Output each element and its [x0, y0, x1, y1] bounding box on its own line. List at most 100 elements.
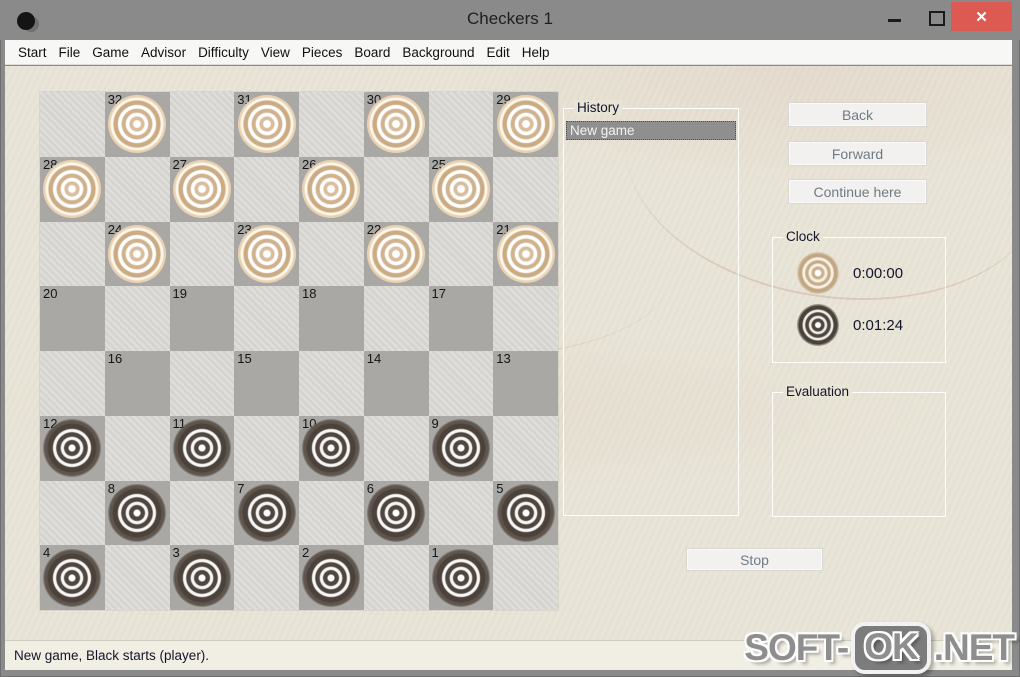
board-square-2[interactable]: 2 [299, 545, 364, 610]
board-square-14[interactable]: 14 [363, 351, 429, 416]
black-checker-piece[interactable] [367, 483, 426, 542]
board-square[interactable] [493, 415, 558, 481]
board-square[interactable] [234, 545, 299, 610]
back-button[interactable]: Back [788, 102, 927, 127]
white-checker-piece[interactable] [172, 160, 231, 219]
close-button[interactable]: ✕ [951, 2, 1012, 31]
board-square[interactable] [363, 545, 429, 610]
board-square-12[interactable]: 12 [40, 415, 105, 481]
board-square-24[interactable]: 24 [104, 221, 170, 287]
board-square[interactable] [428, 92, 494, 157]
black-checker-piece[interactable] [43, 548, 102, 607]
board-square-4[interactable]: 4 [40, 545, 105, 610]
menu-item-board[interactable]: Board [348, 45, 396, 60]
board-square-7[interactable]: 7 [234, 480, 299, 546]
menu-item-difficulty[interactable]: Difficulty [192, 45, 255, 60]
menu-item-view[interactable]: View [255, 45, 296, 60]
board-square[interactable] [493, 545, 558, 610]
maximize-button[interactable] [929, 11, 945, 26]
history-list[interactable]: New game [566, 121, 736, 513]
board-square-26[interactable]: 26 [299, 156, 364, 222]
board-square[interactable] [104, 156, 170, 222]
board-square-17[interactable]: 17 [428, 286, 494, 351]
board-square-15[interactable]: 15 [234, 351, 299, 416]
board-square-1[interactable]: 1 [428, 545, 494, 610]
white-checker-piece[interactable] [302, 160, 361, 219]
board-square[interactable] [428, 480, 494, 546]
board-square[interactable] [234, 415, 299, 481]
black-checker-piece[interactable] [431, 419, 490, 478]
board-square-10[interactable]: 10 [299, 415, 364, 481]
board-square-29[interactable]: 29 [493, 92, 558, 157]
menu-item-pieces[interactable]: Pieces [296, 45, 349, 60]
board-square-3[interactable]: 3 [169, 545, 235, 610]
board-square[interactable] [169, 351, 235, 416]
board-square-31[interactable]: 31 [234, 92, 299, 157]
board-square[interactable] [299, 92, 364, 157]
board-square-11[interactable]: 11 [169, 415, 235, 481]
board-square-5[interactable]: 5 [493, 480, 558, 546]
black-checker-piece[interactable] [237, 483, 296, 542]
board-square[interactable] [493, 286, 558, 351]
board-square[interactable] [40, 480, 105, 546]
board-square-21[interactable]: 21 [493, 221, 558, 287]
board-square[interactable] [234, 156, 299, 222]
board-square[interactable] [428, 351, 494, 416]
board-square-19[interactable]: 19 [169, 286, 235, 351]
black-checker-piece[interactable] [172, 419, 231, 478]
board-square[interactable] [169, 221, 235, 287]
board-square-20[interactable]: 20 [40, 286, 105, 351]
white-checker-piece[interactable] [43, 160, 102, 219]
stop-button[interactable]: Stop [686, 548, 823, 571]
board-square-8[interactable]: 8 [104, 480, 170, 546]
board-square[interactable] [104, 545, 170, 610]
black-checker-piece[interactable] [108, 483, 167, 542]
board-square[interactable] [363, 286, 429, 351]
board-square[interactable] [299, 351, 364, 416]
board-square-25[interactable]: 25 [428, 156, 494, 222]
board-square-27[interactable]: 27 [169, 156, 235, 222]
board-square-32[interactable]: 32 [104, 92, 170, 157]
menu-item-help[interactable]: Help [516, 45, 556, 60]
menu-item-file[interactable]: File [53, 45, 87, 60]
board-square[interactable] [299, 480, 364, 546]
white-checker-piece[interactable] [108, 95, 167, 154]
white-checker-piece[interactable] [108, 224, 167, 283]
black-checker-piece[interactable] [172, 548, 231, 607]
title-bar[interactable]: Checkers 1 ✕ [0, 0, 1020, 40]
black-checker-piece[interactable] [302, 548, 361, 607]
board-square[interactable] [40, 221, 105, 287]
board-square[interactable] [299, 221, 364, 287]
menu-item-edit[interactable]: Edit [480, 45, 515, 60]
board-square-28[interactable]: 28 [40, 156, 105, 222]
white-checker-piece[interactable] [367, 95, 426, 154]
menu-item-background[interactable]: Background [396, 45, 480, 60]
board-square[interactable] [104, 415, 170, 481]
board-square[interactable] [40, 351, 105, 416]
board-square[interactable] [363, 156, 429, 222]
board-square-30[interactable]: 30 [363, 92, 429, 157]
forward-button[interactable]: Forward [788, 141, 927, 166]
continue-here-button[interactable]: Continue here [788, 179, 927, 204]
menu-item-start[interactable]: Start [12, 45, 53, 60]
board-square-22[interactable]: 22 [363, 221, 429, 287]
white-checker-piece[interactable] [431, 160, 490, 219]
board-square-13[interactable]: 13 [493, 351, 558, 416]
white-checker-piece[interactable] [496, 224, 555, 283]
board-square[interactable] [169, 92, 235, 157]
board-square-23[interactable]: 23 [234, 221, 299, 287]
board-square[interactable] [234, 286, 299, 351]
menu-item-advisor[interactable]: Advisor [135, 45, 192, 60]
board-square[interactable] [428, 221, 494, 287]
black-checker-piece[interactable] [43, 419, 102, 478]
board-square[interactable] [104, 286, 170, 351]
board-square-6[interactable]: 6 [363, 480, 429, 546]
black-checker-piece[interactable] [431, 548, 490, 607]
white-checker-piece[interactable] [237, 95, 296, 154]
white-checker-piece[interactable] [237, 224, 296, 283]
black-checker-piece[interactable] [302, 419, 361, 478]
board-square-18[interactable]: 18 [299, 286, 364, 351]
white-checker-piece[interactable] [367, 224, 426, 283]
minimize-button[interactable] [888, 19, 901, 22]
menu-item-game[interactable]: Game [86, 45, 135, 60]
